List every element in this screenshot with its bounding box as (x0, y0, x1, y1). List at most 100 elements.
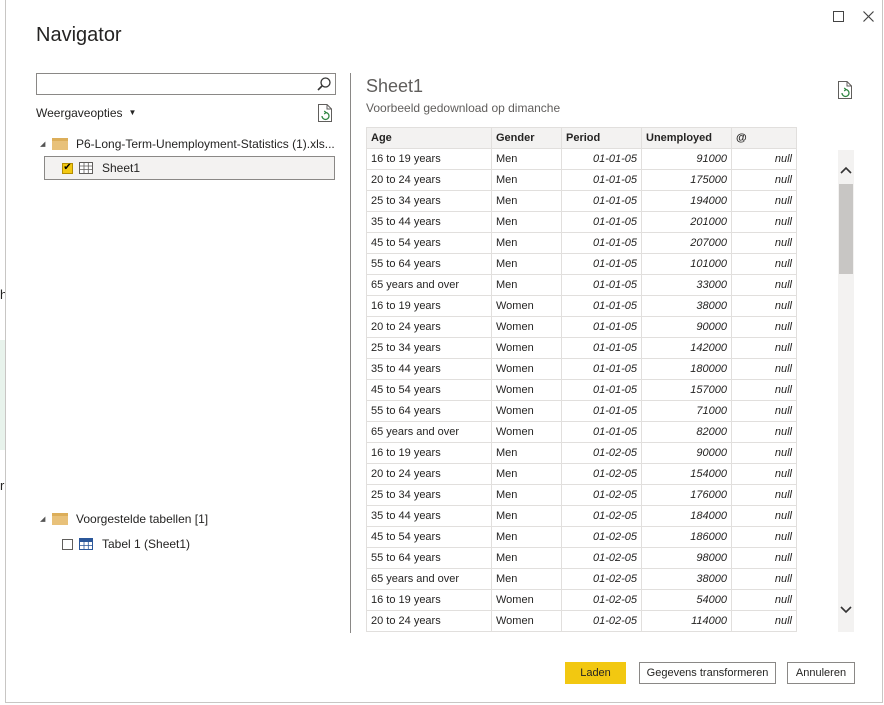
table-cell: 54000 (641, 589, 732, 611)
tree-item-suggested[interactable]: ◢ Voorgestelde tabellen [1] (40, 511, 208, 527)
tree-item-sheet1[interactable]: ✔ Sheet1 (62, 160, 140, 176)
table-cell: Men (491, 148, 562, 170)
close-icon[interactable] (858, 6, 878, 26)
table-cell: 101000 (641, 253, 732, 275)
cancel-button[interactable]: Annuleren (787, 662, 855, 684)
table-cell: 55 to 64 years (366, 547, 492, 569)
column-header[interactable]: Unemployed (641, 127, 732, 149)
table-cell: null (731, 358, 797, 380)
table-cell: 01-01-05 (561, 253, 642, 275)
search-icon[interactable] (316, 76, 332, 92)
table-row: 25 to 34 years Men 01-01-05 194000 null (366, 190, 797, 212)
table-cell: 01-01-05 (561, 358, 642, 380)
table-cell: 01-02-05 (561, 547, 642, 569)
column-header[interactable]: @ (731, 127, 797, 149)
view-options-dropdown[interactable]: Weergaveopties ▼ (36, 106, 136, 120)
table-cell: 65 years and over (366, 274, 492, 296)
table-row: 65 years and over Men 01-01-05 33000 null (366, 274, 797, 296)
column-header[interactable]: Gender (491, 127, 562, 149)
table-cell: null (731, 421, 797, 443)
table-cell: null (731, 610, 797, 632)
refresh-document-icon[interactable] (317, 104, 333, 122)
table-cell: Men (491, 484, 562, 506)
table-cell: 01-02-05 (561, 463, 642, 485)
preview-subtitle: Voorbeeld gedownload op dimanche (366, 101, 561, 115)
table-cell: 194000 (641, 190, 732, 212)
checkbox-unchecked-icon[interactable] (62, 538, 73, 550)
table-cell: 180000 (641, 358, 732, 380)
maximize-icon[interactable] (828, 6, 848, 26)
table-cell: null (731, 253, 797, 275)
table-cell: null (731, 190, 797, 212)
table-cell: 01-01-05 (561, 211, 642, 233)
file-label: P6-Long-Term-Unemployment-Statistics (1)… (76, 137, 335, 151)
table-cell: 45 to 54 years (366, 232, 492, 254)
table-row: 20 to 24 years Men 01-01-05 175000 null (366, 169, 797, 191)
scrollbar-thumb[interactable] (839, 184, 853, 274)
preview-grid[interactable]: Age Gender Period Unemployed @ 16 to 19 … (366, 127, 797, 632)
table-cell: 35 to 44 years (366, 211, 492, 233)
table-row: 16 to 19 years Men 01-02-05 90000 null (366, 442, 797, 464)
transform-data-button[interactable]: Gegevens transformeren (639, 662, 776, 684)
table-cell: null (731, 148, 797, 170)
table-cell: 90000 (641, 442, 732, 464)
scroll-down-icon[interactable] (838, 600, 854, 620)
table-cell: 01-01-05 (561, 379, 642, 401)
tree-item-file[interactable]: ◢ P6-Long-Term-Unemployment-Statistics (… (40, 136, 335, 152)
table-cell: 16 to 19 years (366, 295, 492, 317)
table-cell: 175000 (641, 169, 732, 191)
export-document-icon[interactable] (837, 81, 853, 99)
table-row: 16 to 19 years Women 01-01-05 38000 null (366, 295, 797, 317)
table-cell: Men (491, 568, 562, 590)
expand-triangle-icon[interactable]: ◢ (40, 140, 52, 148)
table-cell: Men (491, 274, 562, 296)
table-row: 16 to 19 years Men 01-01-05 91000 null (366, 148, 797, 170)
checkbox-checked-icon[interactable]: ✔ (62, 162, 73, 174)
table-row: 35 to 44 years Men 01-02-05 184000 null (366, 505, 797, 527)
table-cell: Women (491, 379, 562, 401)
table-cell: 25 to 34 years (366, 337, 492, 359)
vertical-scrollbar[interactable] (838, 150, 854, 632)
table-cell: null (731, 379, 797, 401)
table-cell: Men (491, 253, 562, 275)
table-cell: 01-01-05 (561, 232, 642, 254)
panel-divider[interactable] (350, 73, 351, 633)
table-cell: 186000 (641, 526, 732, 548)
table-cell: 201000 (641, 211, 732, 233)
search-input[interactable] (36, 73, 336, 95)
tree-item-table1[interactable]: Tabel 1 (Sheet1) (62, 536, 190, 552)
table-cell: Women (491, 589, 562, 611)
scroll-up-icon[interactable] (838, 160, 854, 180)
column-header[interactable]: Period (561, 127, 642, 149)
column-header[interactable]: Age (366, 127, 492, 149)
table-cell: 01-01-05 (561, 421, 642, 443)
table-cell: 01-01-05 (561, 316, 642, 338)
table-cell: 45 to 54 years (366, 379, 492, 401)
table-cell: 184000 (641, 505, 732, 527)
table-cell: Women (491, 316, 562, 338)
table-cell: 154000 (641, 463, 732, 485)
dialog-title: Navigator (36, 24, 122, 46)
table-row: 45 to 54 years Men 01-01-05 207000 null (366, 232, 797, 254)
table-row: 55 to 64 years Men 01-02-05 98000 null (366, 547, 797, 569)
table-row: 55 to 64 years Men 01-01-05 101000 null (366, 253, 797, 275)
table-cell: Men (491, 211, 562, 233)
table-row: 20 to 24 years Women 01-02-05 114000 null (366, 610, 797, 632)
table-cell: 01-02-05 (561, 589, 642, 611)
table-cell: 38000 (641, 568, 732, 590)
table-cell: null (731, 463, 797, 485)
table-cell: 01-01-05 (561, 169, 642, 191)
table-cell: null (731, 505, 797, 527)
table-cell: null (731, 169, 797, 191)
table-cell: Women (491, 400, 562, 422)
table1-label: Tabel 1 (Sheet1) (102, 537, 191, 551)
expand-triangle-icon[interactable]: ◢ (40, 515, 52, 523)
table-cell: 82000 (641, 421, 732, 443)
preview-table: Age Gender Period Unemployed @ 16 to 19 … (366, 127, 797, 632)
table-cell: Men (491, 442, 562, 464)
table-cell: Women (491, 610, 562, 632)
table-cell: 33000 (641, 274, 732, 296)
table-row: 25 to 34 years Women 01-01-05 142000 null (366, 337, 797, 359)
table-cell: Men (491, 526, 562, 548)
load-button[interactable]: Laden (565, 662, 626, 684)
